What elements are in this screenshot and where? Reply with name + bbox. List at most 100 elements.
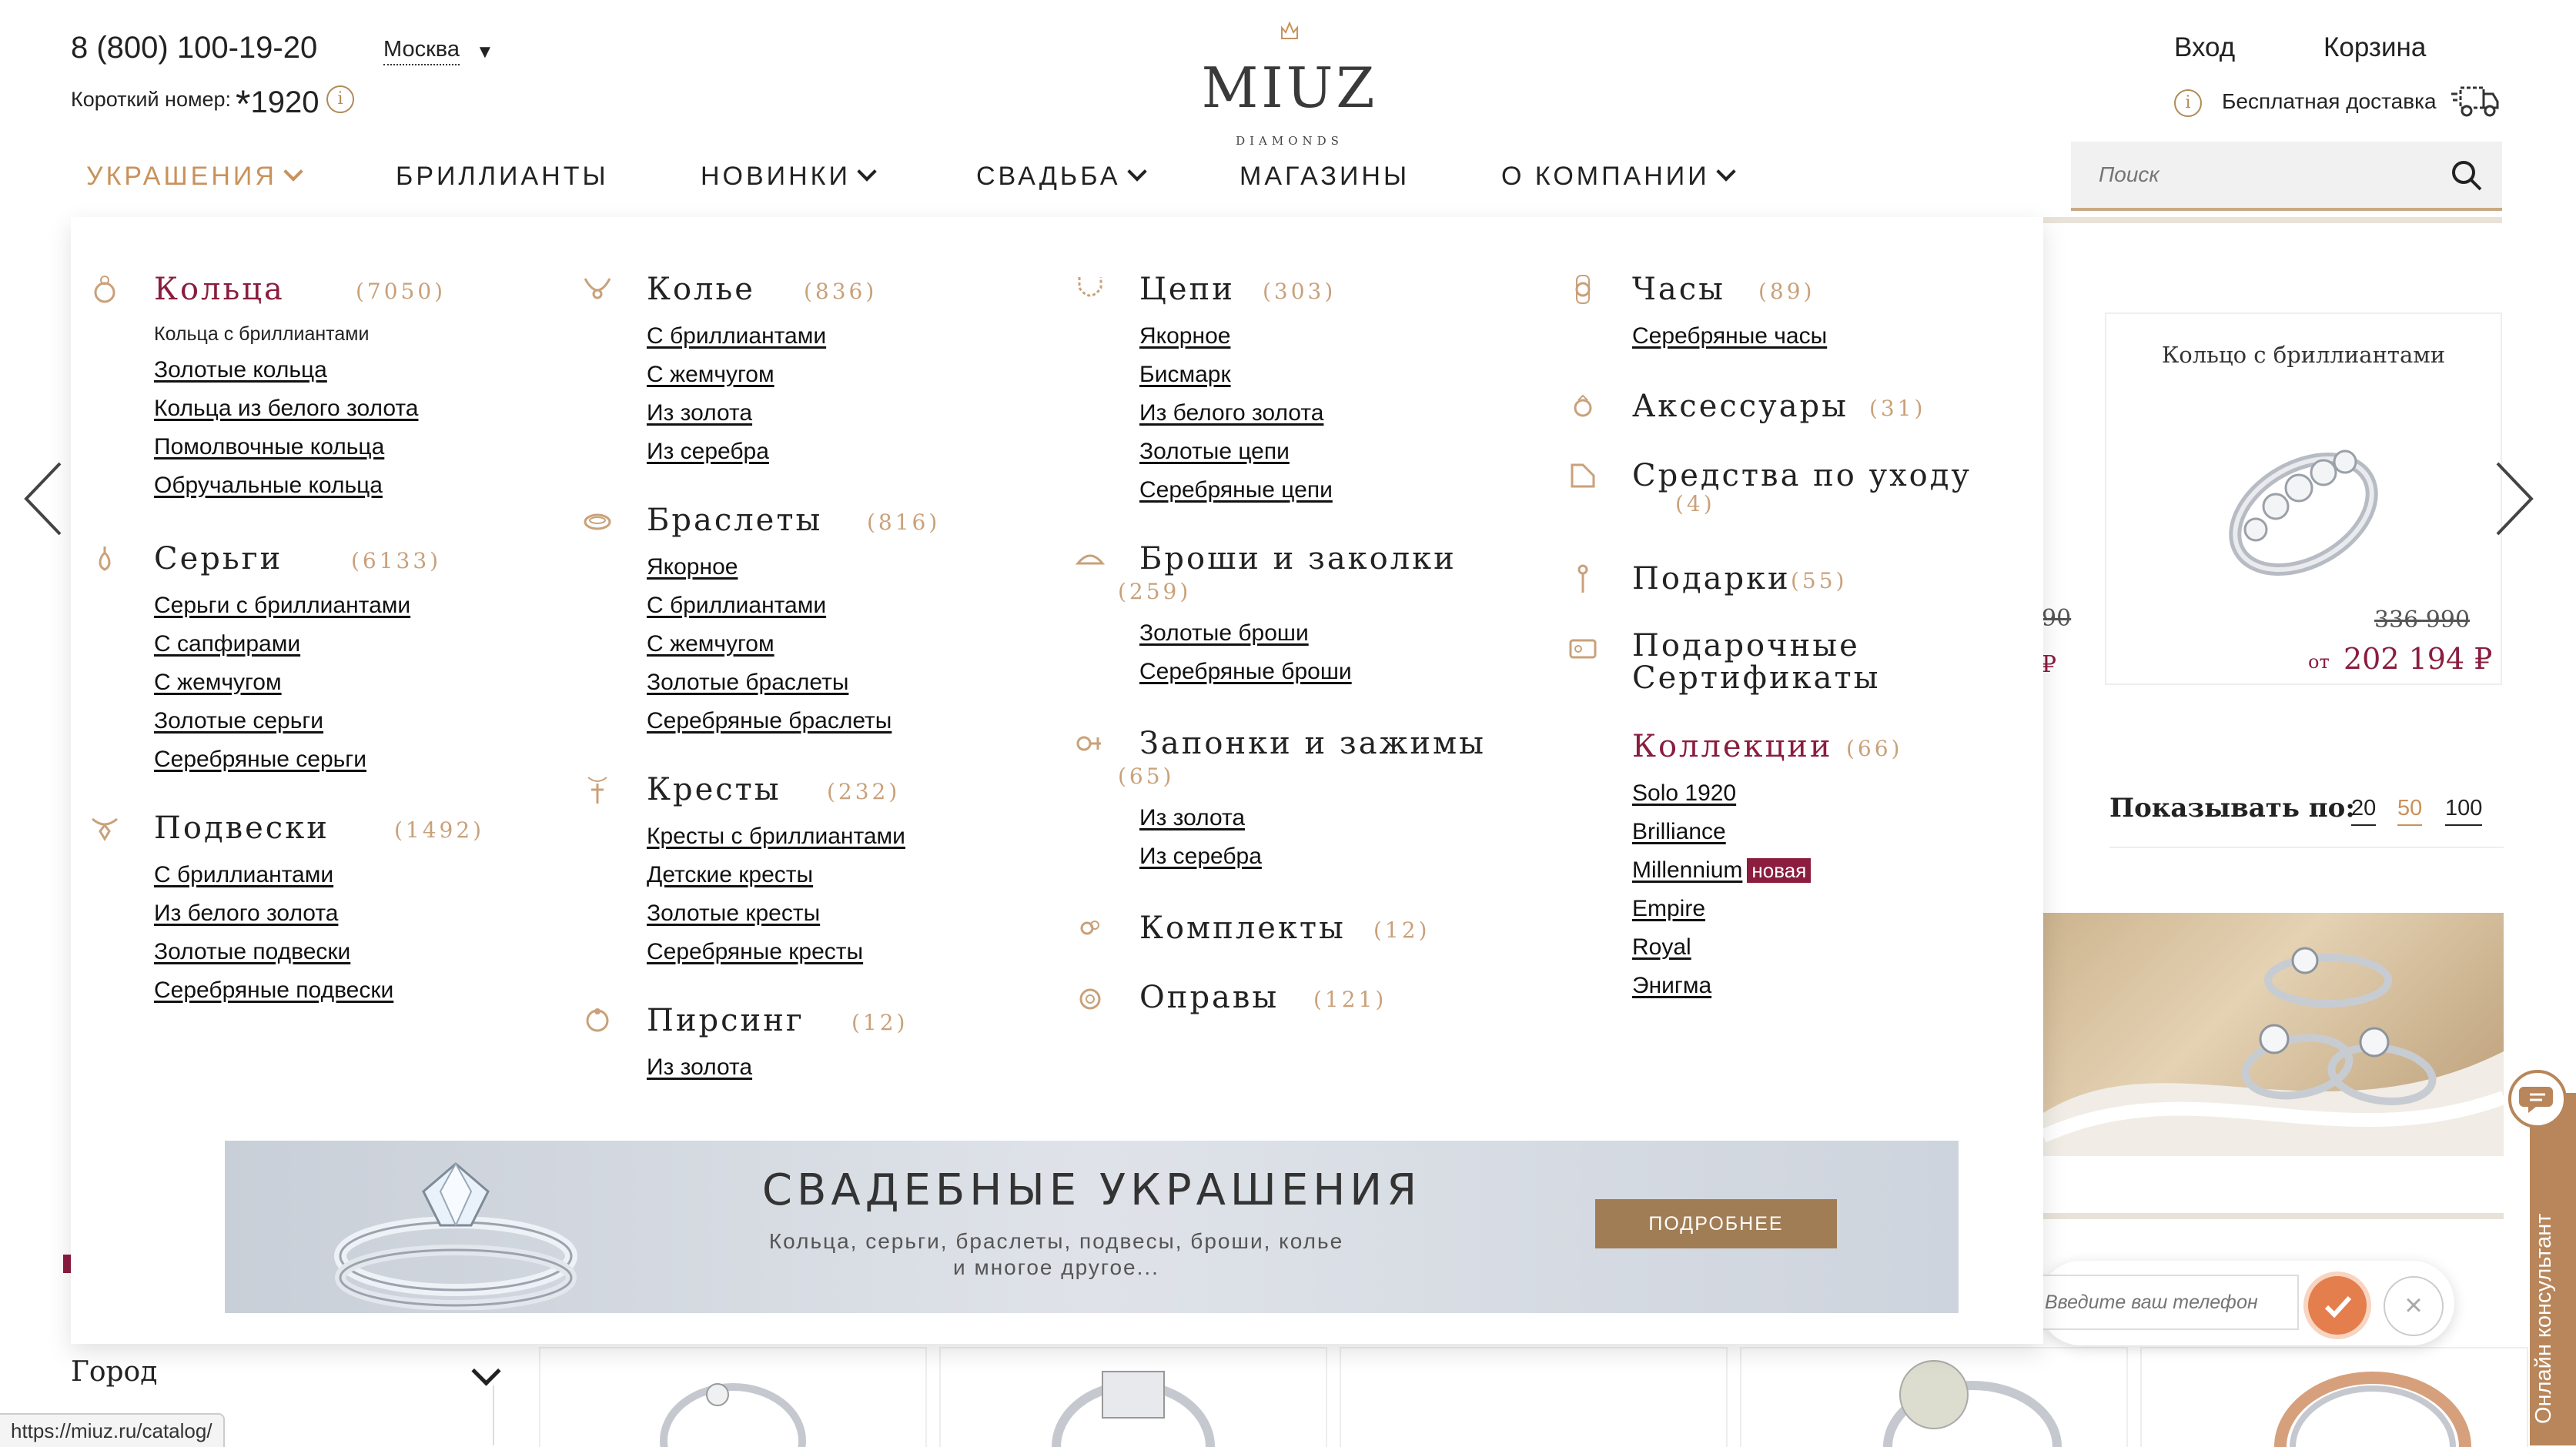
show-50-option[interactable]: 50 bbox=[2397, 796, 2423, 826]
chevron-down-icon[interactable] bbox=[471, 1356, 501, 1386]
subcategory-link[interactable]: Золотые броши bbox=[1139, 614, 1352, 653]
show-100-option[interactable]: 100 bbox=[2445, 796, 2483, 826]
dropdown-arrow-icon[interactable]: ▼ bbox=[476, 42, 494, 63]
info-icon[interactable]: i bbox=[2174, 89, 2202, 117]
nav-company[interactable]: О КОМПАНИИ bbox=[1501, 162, 1736, 192]
category-title[interactable]: Часы bbox=[1632, 271, 1725, 308]
category-title[interactable]: Цепи bbox=[1139, 271, 1235, 308]
cart-link[interactable]: Корзина bbox=[2323, 32, 2426, 63]
collection-link[interactable]: Royal bbox=[1632, 928, 1811, 967]
collection-link[interactable]: Brilliance bbox=[1632, 813, 1811, 851]
subcategory-link[interactable]: С бриллиантами bbox=[647, 586, 892, 625]
subcategory-link[interactable]: С жемчугом bbox=[647, 625, 892, 663]
subcategory-link[interactable]: Из золота bbox=[647, 394, 826, 433]
search-input[interactable] bbox=[2097, 157, 2424, 192]
subcategory-link[interactable]: Серебряные кресты bbox=[647, 933, 905, 971]
product-card[interactable] bbox=[1340, 1347, 1728, 1447]
product-card[interactable] bbox=[539, 1347, 927, 1447]
subcategory-link[interactable]: С сапфирами bbox=[154, 625, 410, 663]
subcategory-link[interactable]: Обручальные кольца bbox=[154, 466, 418, 505]
category-title[interactable]: Комплекты bbox=[1139, 910, 1346, 947]
filter-city-label[interactable]: Город bbox=[71, 1356, 157, 1388]
subcategory-link[interactable]: Серебряные серьги bbox=[154, 740, 410, 779]
category-title[interactable]: Запонки и зажимы bbox=[1139, 725, 1486, 762]
product-card[interactable] bbox=[2140, 1347, 2528, 1447]
subcategory-link[interactable]: Кольца из белого золота bbox=[154, 389, 418, 428]
category-title[interactable]: Оправы bbox=[1139, 979, 1279, 1016]
chevron-right-icon[interactable] bbox=[2490, 460, 2536, 537]
collection-link[interactable]: Empire bbox=[1632, 890, 1811, 928]
show-20-option[interactable]: 20 bbox=[2351, 796, 2377, 826]
category-title[interactable]: Серьги bbox=[154, 540, 283, 577]
subcategory-link[interactable]: Из золота bbox=[647, 1048, 752, 1087]
banner-more-button[interactable]: ПОДРОБНЕЕ bbox=[1595, 1199, 1837, 1248]
ring-image[interactable] bbox=[2199, 399, 2408, 599]
nav-wedding[interactable]: СВАДЬБА bbox=[976, 162, 1147, 192]
product-card[interactable] bbox=[939, 1347, 1327, 1447]
category-title[interactable]: Аксессуары bbox=[1632, 388, 1848, 425]
free-shipping-text[interactable]: Бесплатная доставка bbox=[2222, 89, 2437, 114]
subcategory-link[interactable]: Золотые кольца bbox=[154, 351, 418, 389]
subcategory-link[interactable]: Из серебра bbox=[1139, 837, 1262, 876]
subcategory-link[interactable]: Из золота bbox=[1139, 799, 1262, 837]
subcategory-link[interactable]: С жемчугом bbox=[154, 663, 410, 702]
subcategory-link[interactable]: Серебряные часы bbox=[1632, 317, 1827, 356]
promo-image[interactable] bbox=[2043, 913, 2504, 1156]
collection-link[interactable]: Энигма bbox=[1632, 967, 1811, 1005]
chat-icon[interactable] bbox=[2508, 1070, 2567, 1128]
nav-stores[interactable]: МАГАЗИНЫ bbox=[1239, 162, 1410, 192]
subcategory-link[interactable]: С бриллиантами bbox=[647, 317, 826, 356]
subcategory-link[interactable]: Золотые кресты bbox=[647, 894, 905, 933]
category-title[interactable]: Средства по уходу bbox=[1632, 457, 1972, 494]
wedding-banner[interactable]: СВАДЕБНЫЕ УКРАШЕНИЯ Кольца, серьги, брас… bbox=[225, 1141, 1959, 1313]
category-title[interactable]: Броши и заколки bbox=[1139, 540, 1457, 577]
subcategory-link[interactable]: Золотые браслеты bbox=[647, 663, 892, 702]
close-button[interactable]: × bbox=[2384, 1276, 2444, 1336]
subcategory-link[interactable]: Из серебра bbox=[647, 433, 826, 471]
subcategory-link[interactable]: Кресты с бриллиантами bbox=[647, 817, 905, 856]
collection-link[interactable]: Millennium bbox=[1632, 857, 1742, 883]
confirm-button[interactable] bbox=[2308, 1276, 2367, 1335]
collection-link[interactable]: Solo 1920 bbox=[1632, 774, 1811, 813]
subcategory-link[interactable]: Бисмарк bbox=[1139, 356, 1333, 394]
search-box[interactable] bbox=[2071, 142, 2502, 211]
category-title[interactable]: Кольца bbox=[154, 271, 285, 308]
search-icon[interactable] bbox=[2450, 159, 2484, 192]
subcategory-link[interactable]: Из белого золота bbox=[154, 894, 393, 933]
subcategory-link[interactable]: Детские кресты bbox=[647, 856, 905, 894]
chevron-left-icon[interactable] bbox=[22, 460, 68, 537]
product-card[interactable]: Кольцо с бриллиантами 336 990 от 202 194… bbox=[2105, 312, 2502, 685]
online-consultant-tab[interactable]: Онлайн консультант bbox=[2530, 1093, 2576, 1445]
subcategory-link[interactable]: Золотые серьги bbox=[154, 702, 410, 740]
nav-new[interactable]: НОВИНКИ bbox=[701, 162, 877, 192]
login-link[interactable]: Вход bbox=[2174, 32, 2235, 63]
category-title[interactable]: Подарки bbox=[1632, 560, 1791, 597]
category-title[interactable]: Коллекции bbox=[1632, 728, 1833, 765]
phone-number[interactable]: 8 (800) 100-19-20 bbox=[71, 31, 317, 65]
subcategory-link[interactable]: Помолвочные кольца bbox=[154, 428, 418, 466]
city-selector[interactable]: Москва bbox=[383, 37, 460, 65]
category-title[interactable]: Колье bbox=[647, 271, 755, 308]
subcategory-link[interactable]: Серебряные подвески bbox=[154, 971, 393, 1010]
subcategory-link[interactable]: Кольца с бриллиантами bbox=[154, 317, 418, 351]
product-card[interactable] bbox=[1740, 1347, 2128, 1447]
subcategory-link[interactable]: С бриллиантами bbox=[154, 856, 393, 894]
subcategory-link[interactable]: Якорное bbox=[1139, 317, 1333, 356]
category-title[interactable]: Кресты bbox=[647, 771, 781, 808]
info-icon[interactable]: i bbox=[326, 85, 354, 113]
nav-diamonds[interactable]: БРИЛЛИАНТЫ bbox=[396, 162, 609, 192]
subcategory-link[interactable]: Золотые подвески bbox=[154, 933, 393, 971]
subcategory-link[interactable]: С жемчугом bbox=[647, 356, 826, 394]
subcategory-link[interactable]: Якорное bbox=[647, 548, 892, 586]
category-title[interactable]: Браслеты bbox=[647, 502, 822, 539]
nav-jewelry[interactable]: УКРАШЕНИЯ bbox=[86, 162, 303, 192]
product-title[interactable]: Кольцо с бриллиантами bbox=[2106, 342, 2501, 368]
category-title[interactable]: Подвески bbox=[154, 810, 330, 847]
subcategory-link[interactable]: Серебряные браслеты bbox=[647, 702, 892, 740]
subcategory-link[interactable]: Серебряные броши bbox=[1139, 653, 1352, 691]
subcategory-link[interactable]: Серебряные цепи bbox=[1139, 471, 1333, 510]
logo[interactable]: MIUZ DIAMONDS bbox=[1197, 17, 1382, 148]
subcategory-link[interactable]: Серьги с бриллиантами bbox=[154, 586, 410, 625]
subcategory-link[interactable]: Золотые цепи bbox=[1139, 433, 1333, 471]
category-title[interactable]: Подарочные Сертификаты bbox=[1632, 630, 1955, 694]
